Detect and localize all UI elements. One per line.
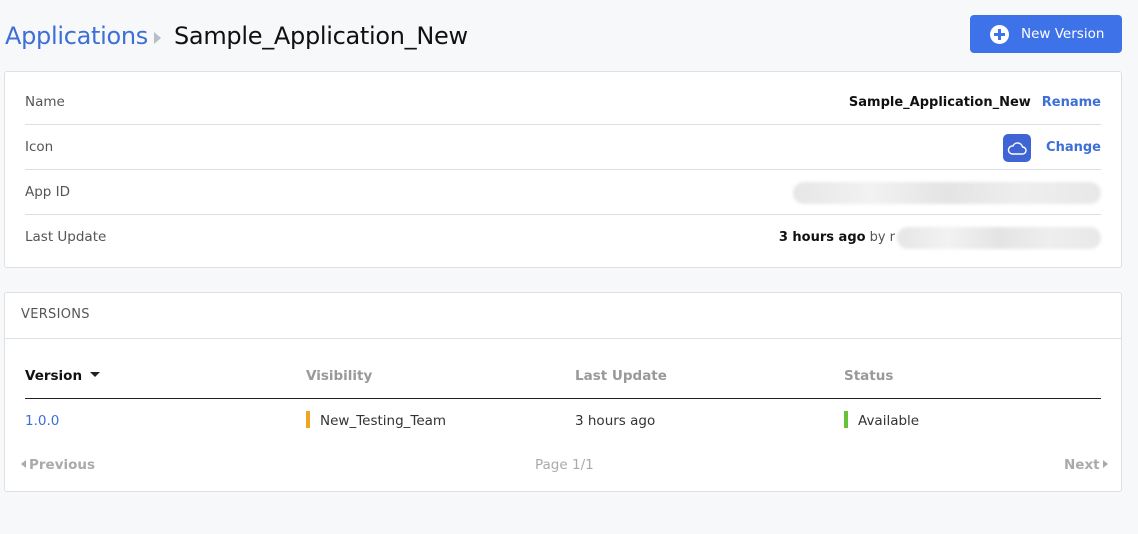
next-page-button[interactable]: Next <box>1064 455 1108 475</box>
change-icon-link[interactable]: Change <box>1046 140 1101 155</box>
column-header-status[interactable]: Status <box>844 365 893 399</box>
visibility-value: New_Testing_Team <box>320 413 447 429</box>
application-details-card: Name Sample_Application_New Rename Icon … <box>4 71 1122 268</box>
last-update-value: 3 hours ago <box>778 230 866 245</box>
plus-circle-icon <box>990 24 1009 44</box>
versions-header: VERSIONS <box>5 293 1121 339</box>
breadcrumb-applications-link[interactable]: Applications <box>5 22 148 50</box>
column-header-version-label: Version <box>25 368 83 384</box>
column-header-visibility[interactable]: Visibility <box>306 365 372 399</box>
breadcrumb-separator-icon <box>154 32 161 44</box>
detail-row-icon: Icon Change <box>25 125 1101 170</box>
application-name-value: Sample_Application_New <box>848 95 1031 110</box>
status-cell: Available <box>844 409 919 433</box>
last-update-by: by r <box>869 230 895 245</box>
icon-label: Icon <box>25 139 54 155</box>
app-id-label: App ID <box>25 184 71 200</box>
last-update-label: Last Update <box>25 229 107 245</box>
chevron-right-icon <box>1102 460 1108 468</box>
versions-title: VERSIONS <box>21 307 90 322</box>
chevron-left-icon <box>21 460 26 468</box>
new-version-button-label: New Version <box>1021 26 1105 42</box>
column-header-version[interactable]: Version <box>25 365 101 399</box>
last-update-user-redacted <box>897 226 1101 249</box>
version-link[interactable]: 1.0.0 <box>25 409 59 433</box>
next-page-label: Next <box>1064 457 1100 473</box>
previous-page-label: Previous <box>29 457 96 473</box>
name-label: Name <box>25 94 65 110</box>
detail-row-name: Name Sample_Application_New Rename <box>25 80 1101 125</box>
page-header: Applications Sample_Application_New New … <box>0 0 1138 72</box>
table-header-divider <box>25 398 1101 399</box>
page-title: Sample_Application_New <box>174 22 468 50</box>
last-update-cell: 3 hours ago <box>575 413 656 429</box>
app-id-value-redacted <box>793 181 1101 204</box>
status-indicator <box>844 411 848 428</box>
new-version-button[interactable]: New Version <box>970 15 1122 53</box>
cloud-icon <box>1003 133 1032 162</box>
rename-link[interactable]: Rename <box>1042 95 1101 110</box>
previous-page-button[interactable]: Previous <box>21 455 95 475</box>
column-header-last-update[interactable]: Last Update <box>575 365 667 399</box>
sort-down-icon <box>90 372 101 377</box>
detail-row-last-update: Last Update 3 hours ago by r <box>25 215 1101 260</box>
page-indicator: Page 1/1 <box>535 457 594 473</box>
detail-row-app-id: App ID <box>25 170 1101 215</box>
status-value: Available <box>858 413 920 429</box>
visibility-cell: New_Testing_Team <box>306 409 446 433</box>
visibility-indicator <box>306 411 310 428</box>
